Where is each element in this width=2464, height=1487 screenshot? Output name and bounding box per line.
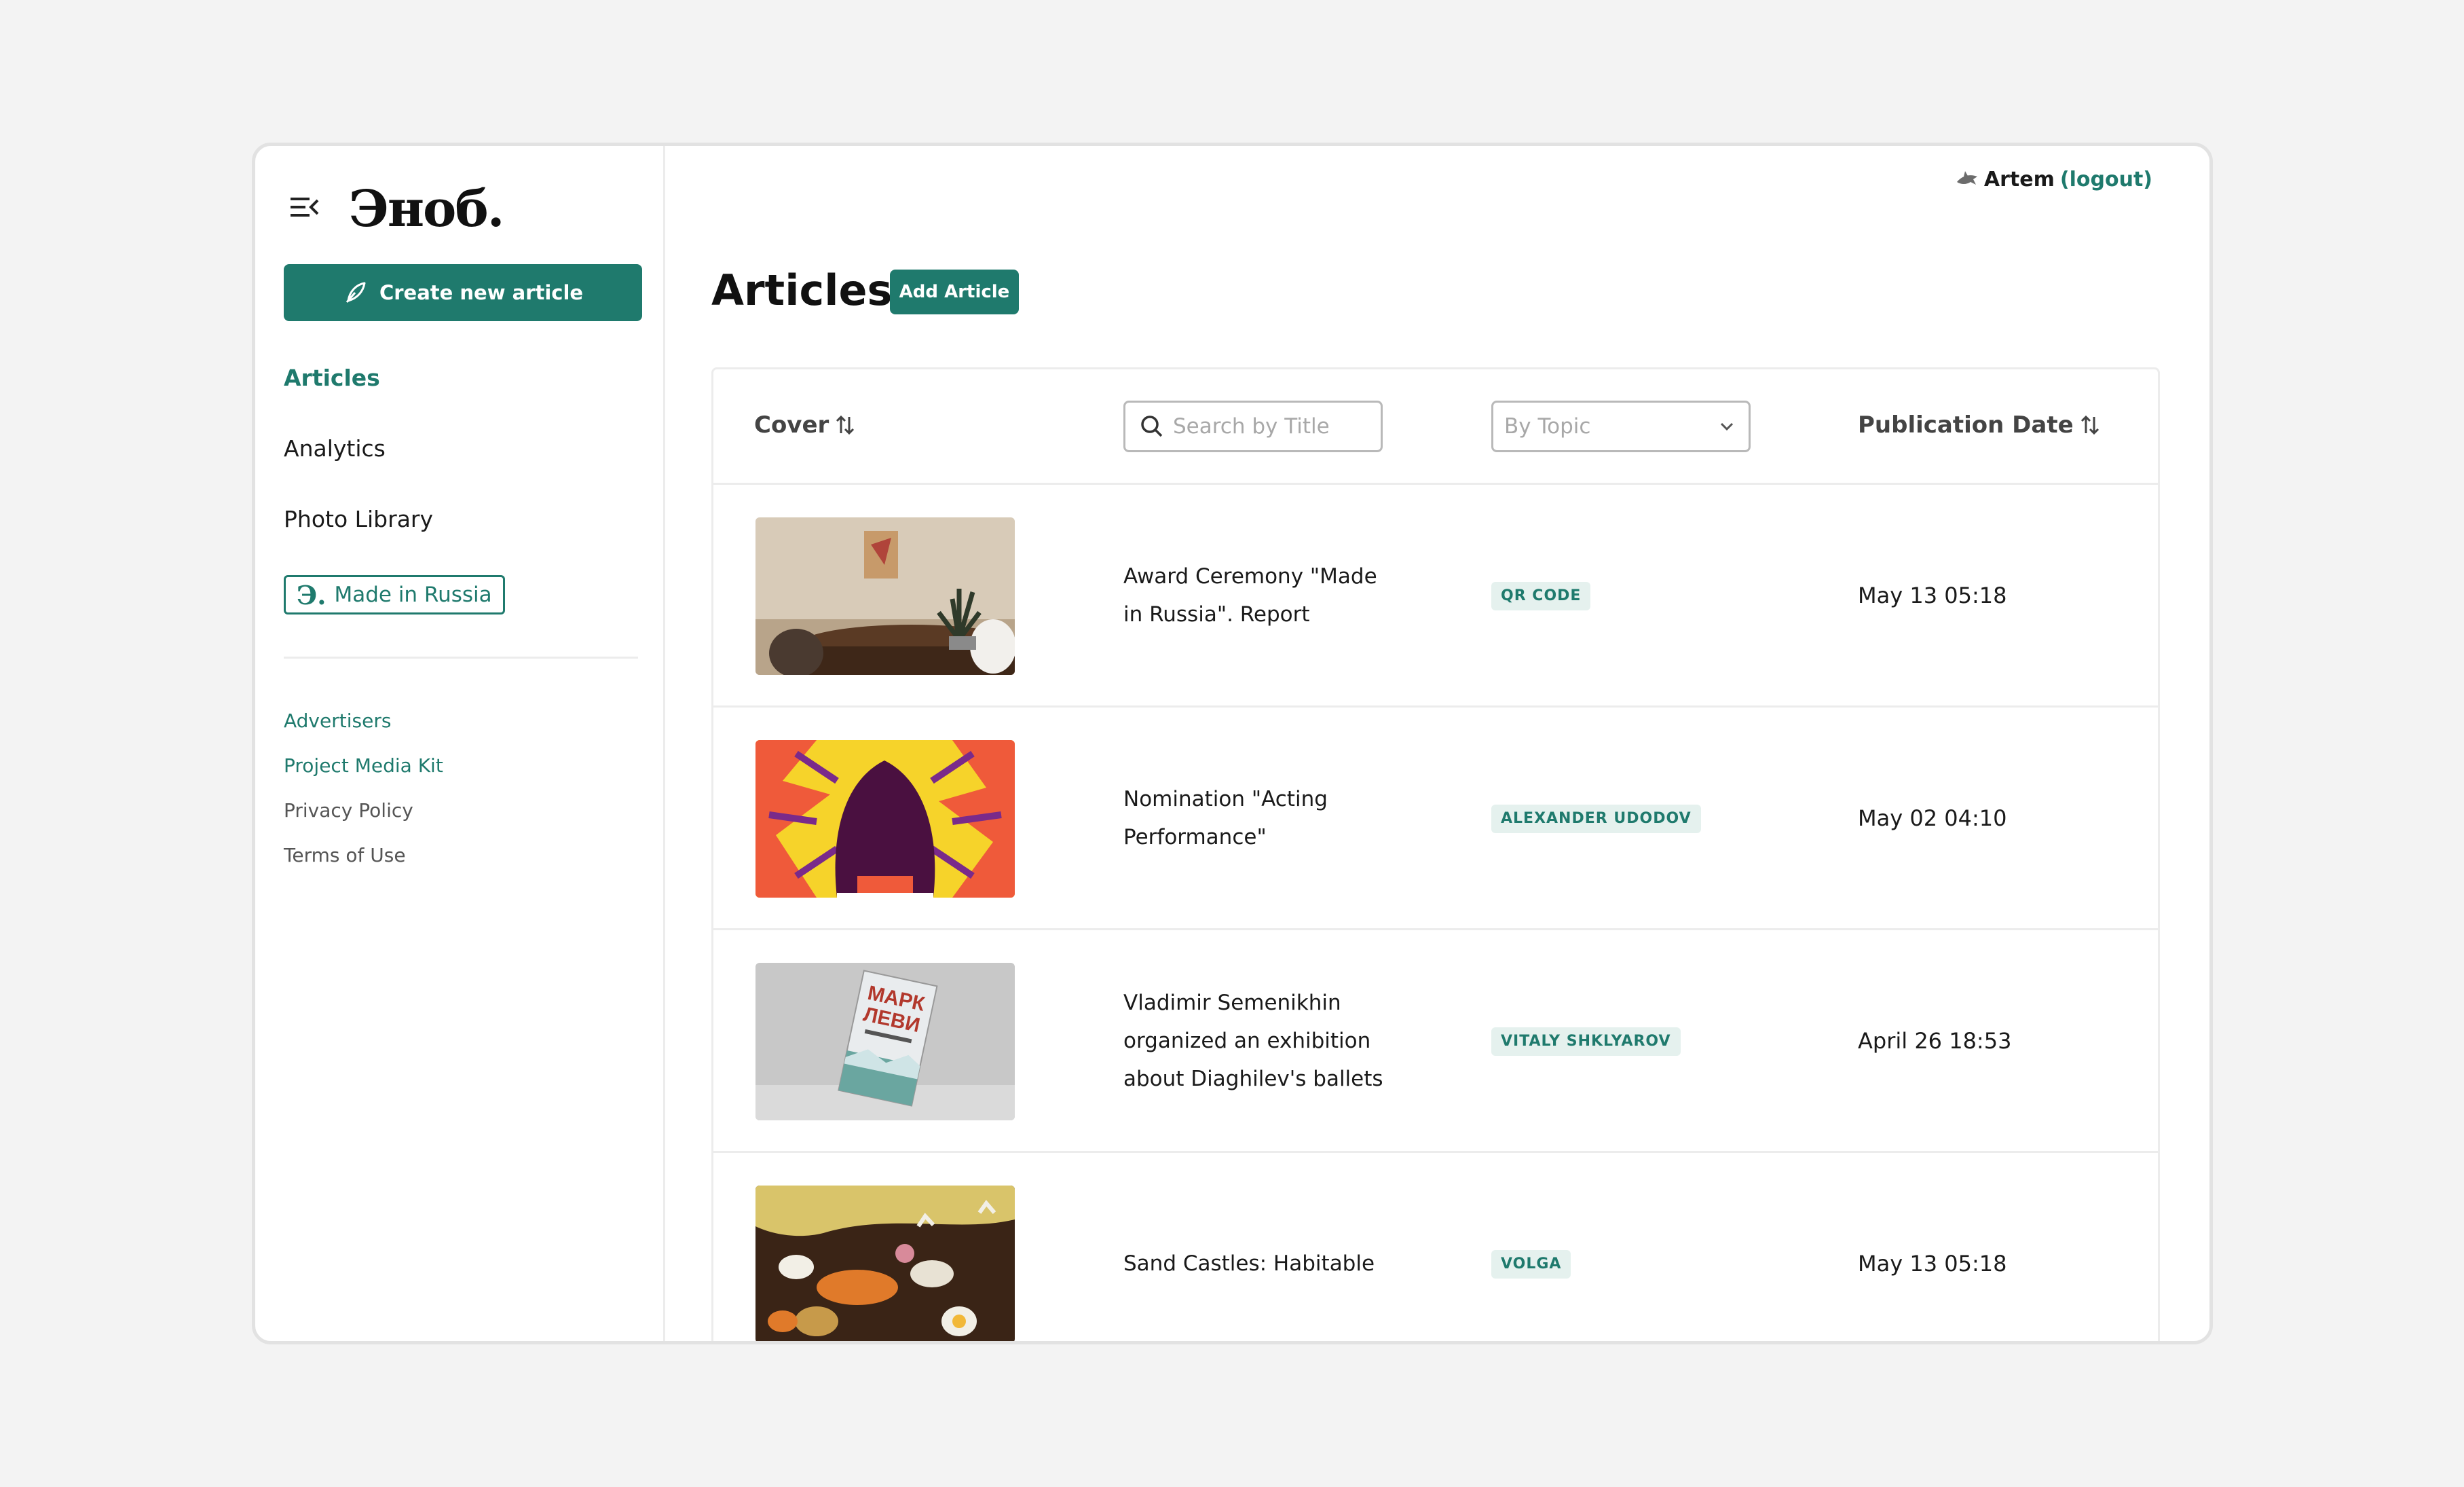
main-content: Artem (logout) Articles Add Article Cove… [665,146,2209,1341]
cover-sort-header[interactable]: Cover [754,411,855,439]
add-article-button[interactable]: Add Article [890,270,1019,314]
topic-tag[interactable]: VITALY SHKLYAROV [1491,1027,1681,1056]
article-title[interactable]: Award Ceremony "Made in Russia". Report [1123,485,1395,705]
publication-date: May 13 05:18 [1858,1250,2007,1277]
nav-item-analytics[interactable]: Analytics [284,435,386,462]
sort-icon [2080,415,2099,435]
sort-icon [836,415,855,435]
feather-pen-icon [346,282,366,303]
publication-date-header-label: Publication Date [1858,411,2074,439]
publication-date-sort-header[interactable]: Publication Date [1858,411,2099,439]
search-by-title[interactable] [1123,401,1383,452]
table-row[interactable]: Sand Castles: Habitable VOLGA May 13 05:… [713,1153,2158,1341]
sidebar-divider [284,657,638,659]
shark-icon [1956,170,1977,185]
cover-image[interactable] [755,1186,1015,1341]
table-header: Cover By Topic [713,369,2158,485]
made-in-russia-mark: Э. [297,579,326,610]
search-input[interactable] [1173,414,1363,439]
table-row[interactable]: Nomination "Acting Performance" ALEXANDE… [713,708,2158,930]
table-row[interactable]: Award Ceremony "Made in Russia". Report … [713,485,2158,708]
made-in-russia-label: Made in Russia [334,583,492,607]
publication-date: April 26 18:53 [1858,1027,2012,1054]
topic-select[interactable]: By Topic [1491,401,1751,452]
cover-image[interactable] [755,740,1015,898]
topic-tag[interactable]: VOLGA [1491,1250,1571,1279]
app-window: Эноб. Create new article Articles Analyt… [252,143,2213,1344]
footer-link-privacy-policy[interactable]: Privacy Policy [284,799,413,822]
cover-image[interactable]: МАРК ЛЕВИ [755,963,1015,1120]
user-menu: Artem (logout) [1956,168,2152,191]
search-icon [1141,416,1163,437]
nav-item-articles[interactable]: Articles [284,365,380,391]
sidebar: Эноб. Create new article Articles Analyt… [255,146,665,1341]
topic-select-value: By Topic [1504,414,1591,439]
made-in-russia-link[interactable]: Э. Made in Russia [284,575,505,614]
table-row[interactable]: МАРК ЛЕВИ Vladimir Semenikhin organized … [713,930,2158,1153]
user-name: Artem [1983,168,2055,191]
menu-collapse-icon[interactable] [289,195,319,219]
chevron-down-icon [1720,422,1734,431]
article-title[interactable]: Nomination "Acting Performance" [1123,708,1395,928]
footer-link-media-kit[interactable]: Project Media Kit [284,754,443,777]
topic-tag[interactable]: QR CODE [1491,582,1591,610]
topic-tag[interactable]: ALEXANDER UDODOV [1491,805,1701,833]
nav-item-photo-library[interactable]: Photo Library [284,506,433,532]
footer-link-advertisers[interactable]: Advertisers [284,710,391,732]
create-new-article-label: Create new article [379,281,584,304]
articles-table: Cover By Topic [711,367,2160,1341]
publication-date: May 13 05:18 [1858,582,2007,608]
publication-date: May 02 04:10 [1858,805,2007,831]
brand-logo[interactable]: Эноб. [349,180,505,238]
footer-link-terms[interactable]: Terms of Use [284,844,406,866]
create-new-article-button[interactable]: Create new article [284,264,642,321]
cover-header-label: Cover [754,411,829,439]
cover-image[interactable] [755,517,1015,675]
article-title[interactable]: Vladimir Semenikhin organized an exhibit… [1123,930,1395,1151]
article-title[interactable]: Sand Castles: Habitable [1123,1153,1395,1341]
page-title: Articles [711,265,893,315]
logout-link[interactable]: (logout) [2060,168,2152,191]
